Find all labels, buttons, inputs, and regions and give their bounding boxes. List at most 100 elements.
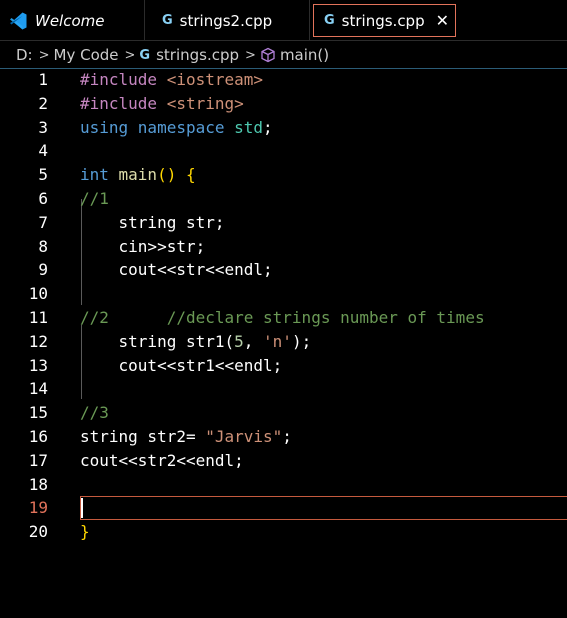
tab-welcome[interactable]: Welcome xyxy=(0,0,145,41)
code-token: //1 xyxy=(80,189,109,208)
line-number: 4 xyxy=(38,141,48,161)
code-token: <string> xyxy=(166,93,244,113)
tab-strings-cpp[interactable]: G strings.cpp ✕ xyxy=(313,4,456,37)
tab-label: Welcome xyxy=(35,11,105,30)
line-number: 18 xyxy=(28,474,48,494)
code-token: #include xyxy=(80,70,167,89)
code-line[interactable]: 5 int main() { xyxy=(0,164,567,188)
code-text: string str; xyxy=(80,212,225,234)
line-number: 2 xyxy=(38,93,48,113)
line-number: 6 xyxy=(38,189,48,208)
code-line[interactable]: 17 cout<<str2<<endl; xyxy=(0,450,567,474)
code-text: int main() { xyxy=(80,164,196,186)
code-text: } xyxy=(80,521,90,543)
code-line[interactable]: 8 cin>>str; xyxy=(0,236,567,260)
chevron-right-icon: > xyxy=(245,47,256,63)
editor-tab-bar: Welcome G strings2.cpp G strings.cpp ✕ xyxy=(0,0,567,41)
line-number: 15 xyxy=(28,403,48,423)
code-line[interactable]: 16 string str2= "Jarvis"; xyxy=(0,426,567,450)
line-number: 13 xyxy=(28,355,48,375)
method-cube-icon xyxy=(260,47,276,63)
code-line[interactable]: 13 cout<<str1<<endl; xyxy=(0,355,567,379)
code-text: #include <iostream> xyxy=(80,69,263,91)
code-token: ; xyxy=(282,427,292,446)
code-editor[interactable]: 1 #include <iostream> 2 #include <string> 3 u… xyxy=(0,69,567,618)
code-token: () { xyxy=(157,165,196,185)
code-line[interactable]: 4 xyxy=(0,140,567,164)
code-line[interactable]: 20} xyxy=(0,521,567,545)
line-number: 19 xyxy=(28,498,48,518)
code-line[interactable]: 10 xyxy=(0,283,567,307)
code-line[interactable]: 1 #include <iostream> xyxy=(0,69,567,93)
code-line[interactable]: 2 #include <string> xyxy=(0,93,567,117)
code-line[interactable]: 9 cout<<str<<endl; xyxy=(0,259,567,283)
line-number: 5 xyxy=(38,165,48,185)
code-token: cout<<str2<<endl; xyxy=(80,450,244,470)
code-line[interactable]: 19 xyxy=(0,497,567,521)
line-number: 12 xyxy=(28,331,48,351)
code-token: ); xyxy=(291,331,312,351)
cpp-file-icon: G xyxy=(139,47,151,63)
breadcrumb-folder[interactable]: My Code xyxy=(54,46,119,64)
code-line[interactable]: 14 xyxy=(0,378,567,402)
code-text: string str1(5, 'n'); xyxy=(80,331,312,353)
code-token: "Jarvis" xyxy=(205,427,283,446)
code-text: cout<<str<<endl; xyxy=(80,259,273,281)
code-token: namespace xyxy=(137,117,235,137)
chevron-right-icon: > xyxy=(38,47,50,63)
breadcrumb-symbol[interactable]: main() xyxy=(260,46,329,64)
code-text: //2 //declare strings number of times xyxy=(80,307,485,329)
line-number: 20 xyxy=(28,522,48,542)
code-line[interactable]: 12 string str1(5, 'n'); xyxy=(0,331,567,355)
line-number: 7 xyxy=(38,212,48,232)
code-text: cin>>str; xyxy=(80,236,206,258)
code-token: string str; xyxy=(80,212,225,232)
vscode-logo-icon xyxy=(8,11,28,31)
code-token: , xyxy=(243,331,264,351)
line-number: 3 xyxy=(38,117,48,137)
code-text: string str2= "Jarvis"; xyxy=(80,426,292,448)
code-token: std xyxy=(234,117,264,137)
code-line[interactable]: 15 //3 xyxy=(0,402,567,426)
code-line[interactable]: 11 //2 //declare strings number of times xyxy=(0,307,567,331)
code-text: cout<<str2<<endl; xyxy=(80,450,244,472)
line-number: 10 xyxy=(28,284,48,304)
code-token: using xyxy=(80,117,138,137)
breadcrumb-file[interactable]: G strings.cpp xyxy=(139,46,239,64)
line-number: 16 xyxy=(28,427,48,446)
code-line[interactable]: 6 //1 xyxy=(0,188,567,212)
close-icon[interactable]: ✕ xyxy=(436,11,449,30)
code-token: //3 xyxy=(80,403,109,423)
line-number: 17 xyxy=(28,450,48,470)
code-token: main xyxy=(118,165,158,185)
code-token: 'n' xyxy=(263,331,292,351)
code-token: <iostream> xyxy=(166,70,264,89)
code-text: //3 xyxy=(80,402,109,424)
code-text: cout<<str1<<endl; xyxy=(80,355,283,377)
code-line[interactable]: 18 xyxy=(0,474,567,498)
line-number: 9 xyxy=(38,260,48,280)
breadcrumb-drive[interactable]: D: xyxy=(16,46,33,64)
line-number: 11 xyxy=(28,308,48,327)
cpp-file-icon: G xyxy=(162,13,173,28)
line-number: 14 xyxy=(28,379,48,399)
tab-label: strings.cpp xyxy=(341,11,425,30)
code-token: //2 //declare strings number of times xyxy=(80,308,485,327)
code-token: cout<<str<<endl; xyxy=(80,260,273,280)
cpp-file-icon: G xyxy=(324,13,335,28)
code-text: using namespace std; xyxy=(80,117,273,139)
tab-strings2-cpp[interactable]: G strings2.cpp xyxy=(145,0,310,41)
code-text: //1 xyxy=(80,188,109,210)
code-token: 5 xyxy=(234,331,244,351)
code-line[interactable]: 3 using namespace std; xyxy=(0,117,567,141)
line-number: 1 xyxy=(38,70,48,89)
tab-label: strings2.cpp xyxy=(179,11,273,30)
breadcrumb-symbol-label: main() xyxy=(279,46,330,64)
breadcrumb: D: > My Code > G strings.cpp > main() xyxy=(0,42,567,69)
breadcrumb-file-label: strings.cpp xyxy=(156,46,240,64)
code-token: int xyxy=(80,165,119,185)
code-text: #include <string> xyxy=(80,93,244,115)
code-token: string str1( xyxy=(80,331,235,351)
code-line[interactable]: 7 string str; xyxy=(0,212,567,236)
code-token: cin>>str; xyxy=(80,236,206,256)
